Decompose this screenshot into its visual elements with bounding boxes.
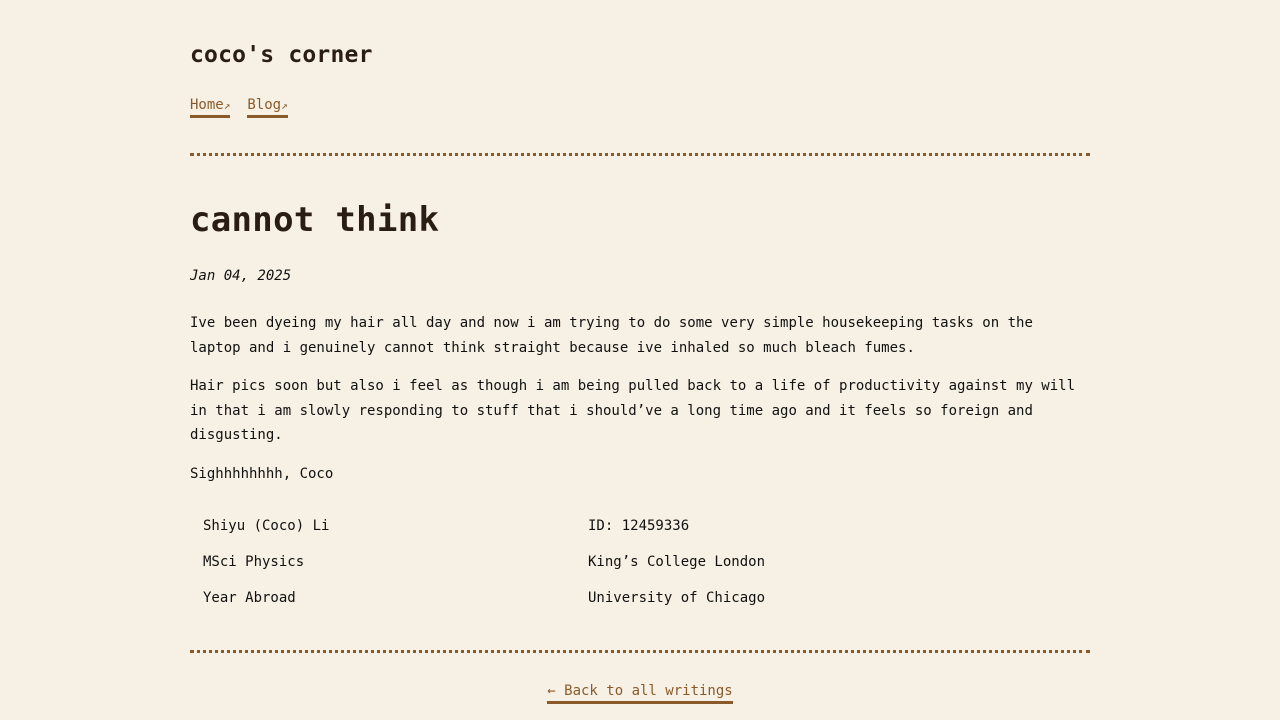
header-divider bbox=[190, 153, 1090, 156]
external-arrow-icon: ↗ bbox=[223, 99, 231, 112]
footer: ← Back to all writings bbox=[190, 680, 1090, 704]
table-row: Shiyu (Coco) Li ID: 12459336 bbox=[190, 508, 1090, 544]
main-nav: Home↗ Blog↗ bbox=[190, 96, 288, 118]
table-row: Year Abroad University of Chicago bbox=[190, 580, 1090, 616]
table-cell: University of Chicago bbox=[588, 590, 766, 606]
author-info-table: Shiyu (Coco) Li ID: 12459336 MSci Physic… bbox=[190, 508, 1090, 616]
post-date: Jan 04, 2025 bbox=[190, 268, 292, 284]
back-to-writings-link[interactable]: ← Back to all writings bbox=[547, 682, 733, 704]
nav-link-blog-label: Blog bbox=[247, 97, 282, 113]
nav-link-blog[interactable]: Blog↗ bbox=[247, 96, 288, 118]
site-title: coco's corner bbox=[190, 42, 373, 68]
post-signoff: Sighhhhhhhh, Coco bbox=[190, 465, 334, 482]
table-cell: Shiyu (Coco) Li bbox=[203, 518, 330, 534]
table-cell: Year Abroad bbox=[203, 590, 296, 606]
nav-link-home-label: Home bbox=[190, 97, 224, 113]
table-row: MSci Physics King’s College London bbox=[190, 544, 1090, 580]
nav-link-home[interactable]: Home↗ bbox=[190, 96, 231, 118]
table-cell: King’s College London bbox=[588, 554, 766, 570]
external-arrow-icon: ↗ bbox=[281, 99, 288, 112]
post-paragraph: Hair pics soon but also i feel as though… bbox=[190, 378, 1076, 443]
post-body: Ive been dyeing my hair all day and now … bbox=[190, 311, 1080, 500]
table-cell: MSci Physics bbox=[203, 554, 305, 570]
table-cell: ID: 12459336 bbox=[588, 518, 690, 534]
post-title: cannot think bbox=[190, 200, 440, 240]
footer-divider bbox=[190, 650, 1090, 653]
post-paragraph: Ive been dyeing my hair all day and now … bbox=[190, 315, 1033, 356]
